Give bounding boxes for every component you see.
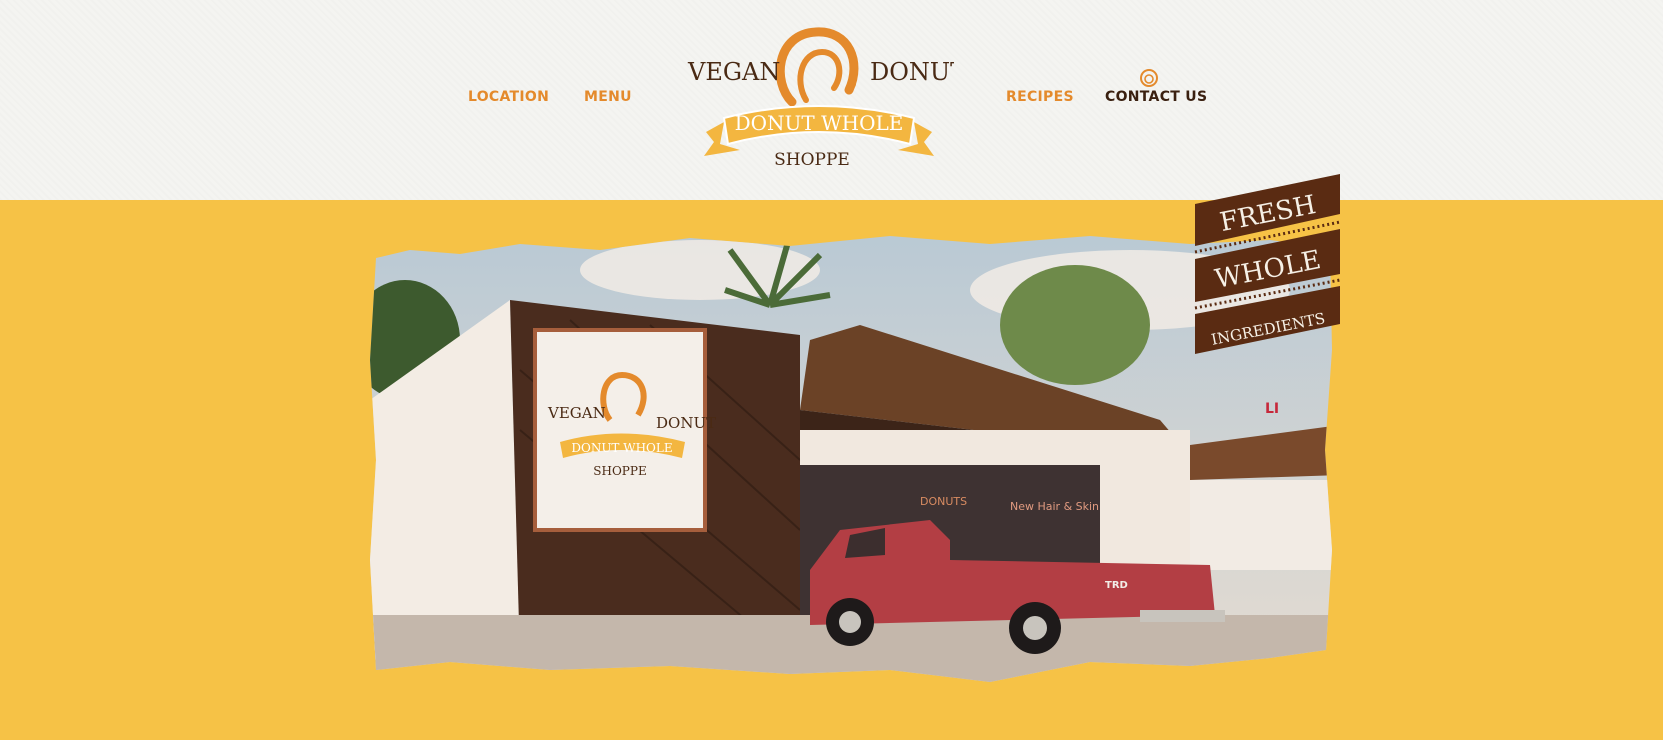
nav-location-link[interactable]: LOCATION [468, 89, 549, 105]
fresh-ingredients-badge: FRESH WHOLE INGREDIENTS [1194, 174, 1341, 354]
nav-menu-link[interactable]: MENU [584, 89, 632, 105]
logo-word-donut: DONUT [870, 58, 954, 86]
sign-word-donut: DONUT [656, 414, 716, 432]
sign-word-vegan: VEGAN [547, 404, 606, 422]
nav-recipes-link[interactable]: RECIPES [1006, 89, 1074, 105]
site-logo[interactable]: VEGAN DONUT DONUT WHOLE SHOPPE [684, 22, 954, 172]
logo-word-shoppe: SHOPPE [774, 150, 850, 170]
donut-icon [1140, 69, 1158, 87]
nav-contact-link[interactable]: CONTACT US [1105, 89, 1207, 105]
sign-banner: DONUT WHOLE [571, 441, 672, 455]
sign-word-shoppe: SHOPPE [593, 464, 646, 478]
site-header: LOCATION MENU RECIPES CONTACT US VEGAN D… [0, 0, 1663, 200]
window-text: DONUTS [920, 495, 967, 508]
tree-right [1000, 265, 1150, 385]
storefront-sign: VEGAN DONUT DONUT WHOLE SHOPPE [533, 328, 716, 532]
corner-sign: LI [1265, 401, 1279, 417]
logo-donut-icon [775, 27, 859, 107]
logo-word-vegan: VEGAN [687, 58, 780, 86]
window-text-2: New Hair & Skin [1010, 500, 1099, 513]
logo-banner-text: DONUT WHOLE [735, 111, 904, 135]
truck-badge: TRD [1105, 580, 1128, 591]
